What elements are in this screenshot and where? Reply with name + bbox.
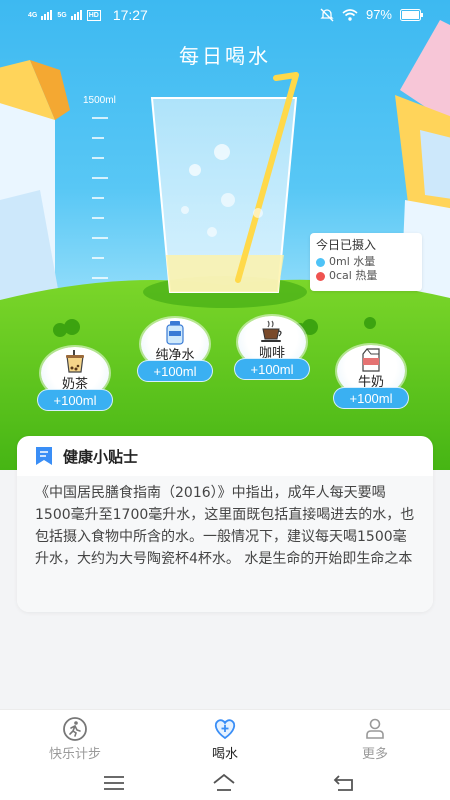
tab-more[interactable]: 更多 <box>315 716 435 762</box>
scale-tick <box>92 217 104 219</box>
home-icon[interactable] <box>212 773 236 793</box>
add-100ml-button[interactable]: +100ml <box>37 389 113 411</box>
hd-indicator: HD <box>86 9 101 21</box>
signal-icon <box>41 10 53 20</box>
intake-heading: 今日已摄入 <box>316 238 377 252</box>
system-navigation-bar <box>0 765 450 800</box>
milk-carton-icon <box>362 348 380 372</box>
network-4g-indicator: 4G <box>28 11 38 19</box>
intake-water-value: 0ml 水量 <box>329 255 376 268</box>
left-building <box>0 60 70 300</box>
menu-icon[interactable] <box>102 773 126 793</box>
wifi-icon <box>342 8 358 21</box>
signal-icon <box>70 10 82 20</box>
bookmark-icon <box>36 447 52 465</box>
clock: 17:27 <box>112 7 148 23</box>
add-100ml-button[interactable]: +100ml <box>234 358 310 380</box>
tab-step-counter[interactable]: 快乐计步 <box>15 716 135 762</box>
page-title: 每日喝水 <box>179 44 271 68</box>
tab-drink-water[interactable]: 喝水 <box>165 716 285 762</box>
drink-milk[interactable]: 牛奶 +100ml <box>331 345 411 425</box>
water-bottle-icon <box>166 321 184 345</box>
health-tips-card: 健康小贴士 《中国居民膳食指南（2016）》中指出，成年人每天要喝1500毫升至… <box>17 436 433 612</box>
intake-calorie-row: 0cal 热量 <box>316 269 416 283</box>
scale-tick <box>92 197 104 199</box>
scale-tick <box>92 177 108 179</box>
user-icon <box>366 718 384 739</box>
scale-tick <box>92 137 104 139</box>
heart-plus-icon <box>214 719 236 740</box>
tab-label: 快乐计步 <box>48 747 101 762</box>
today-intake-card: 今日已摄入 0ml 水量 0cal 热量 <box>310 233 422 291</box>
scale-tick <box>92 157 104 159</box>
alarm-off-icon <box>320 8 334 21</box>
calorie-dot <box>316 271 325 281</box>
battery-percent: 97% <box>365 7 392 22</box>
intake-water-row: 0ml 水量 <box>316 255 416 269</box>
tab-label: 更多 <box>361 747 388 762</box>
tips-title: 健康小贴士 <box>63 447 139 466</box>
battery-icon <box>400 8 423 21</box>
drink-coffee[interactable]: 咖啡 +100ml <box>232 316 312 396</box>
scale-tick <box>92 237 108 239</box>
running-icon <box>63 717 87 741</box>
scale-tick <box>92 257 104 259</box>
drink-pure-water[interactable]: 纯净水 +100ml <box>135 318 215 398</box>
tips-header: 健康小贴士 <box>17 436 433 476</box>
scale-tick <box>92 277 108 279</box>
add-100ml-button[interactable]: +100ml <box>333 387 409 409</box>
coffee-cup-icon <box>261 320 282 342</box>
water-dot <box>316 257 325 267</box>
tab-label: 喝水 <box>211 747 238 762</box>
milk-tea-icon <box>66 350 84 373</box>
volume-scale: 1500ml <box>80 95 140 295</box>
scale-tick <box>92 117 108 119</box>
scale-max-label: 1500ml <box>83 95 116 106</box>
bottom-tab-bar: 快乐计步 喝水 更多 <box>0 709 450 765</box>
add-100ml-button[interactable]: +100ml <box>137 360 213 382</box>
tips-body: 《中国居民膳食指南（2016）》中指出，成年人每天要喝1500毫升至1700毫升… <box>17 476 433 612</box>
drink-milk-tea[interactable]: 奶茶 +100ml <box>35 347 115 427</box>
intake-calorie-value: 0cal 热量 <box>329 269 378 282</box>
water-glass <box>150 72 299 293</box>
network-5g-indicator: 5G <box>57 11 67 19</box>
status-bar: 4G 5G HD 17:27 97% <box>0 0 450 30</box>
back-icon[interactable] <box>332 773 356 793</box>
